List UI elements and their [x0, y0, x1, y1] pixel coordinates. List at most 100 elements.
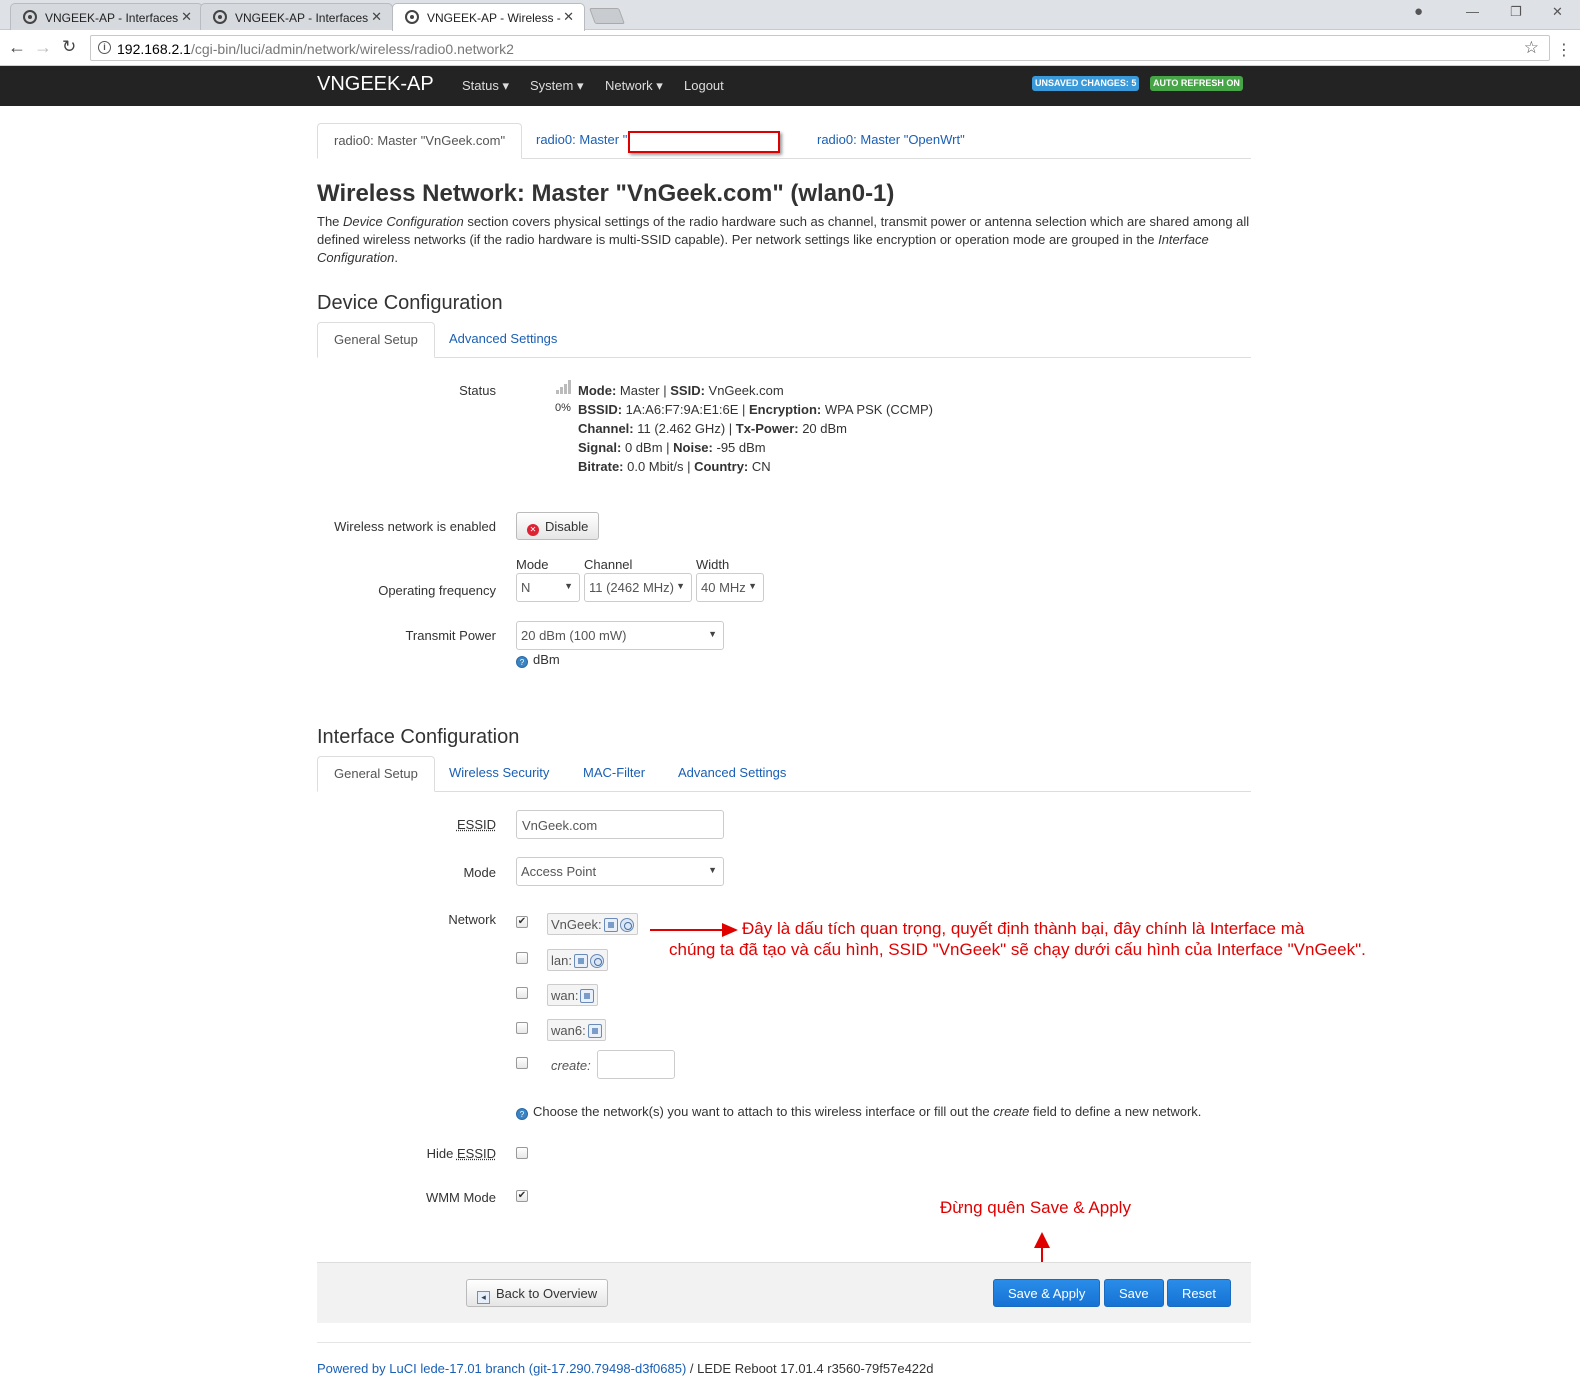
tab-device-advanced-settings[interactable]: Advanced Settings [433, 322, 573, 358]
forward-arrow-icon[interactable]: → [34, 37, 52, 58]
disable-button[interactable]: ✕ Disable [516, 512, 600, 540]
nav-logout[interactable]: Logout [684, 78, 724, 93]
close-tab-icon[interactable]: ✕ [563, 9, 574, 25]
network-name: wan6: [551, 1023, 586, 1038]
tab-iface-advanced-settings[interactable]: Advanced Settings [662, 756, 802, 792]
create-network-input[interactable] [597, 1050, 675, 1079]
nav-system[interactable]: System ▾ [530, 78, 583, 94]
browser-tab-3[interactable]: VNGEEK-AP - Wireless - L ✕ [392, 3, 585, 31]
wireless-interface-icon [619, 918, 634, 932]
redaction-box [628, 131, 780, 153]
network-name: VnGeek: [551, 917, 602, 932]
operating-frequency-label: Operating frequency [378, 583, 496, 598]
hide-essid-text: Hide [426, 1146, 457, 1161]
channel-value: 11 (2462 MHz) [589, 580, 675, 595]
wmm-mode-checkbox[interactable]: ✔ [516, 1190, 528, 1202]
close-window-icon[interactable]: ✕ [1552, 4, 1563, 20]
back-arrow-icon[interactable]: ← [8, 37, 26, 58]
dropdown-arrow-icon: ▼ [676, 581, 685, 591]
hw-mode-select[interactable]: N ▼ [516, 573, 580, 602]
save-apply-button[interactable]: Save & Apply [993, 1279, 1101, 1307]
luci-powered-link[interactable]: Powered by LuCI lede-17.01 branch (git-1… [317, 1361, 686, 1376]
bookmark-star-icon[interactable]: ☆ [1524, 38, 1539, 58]
page-title: Wireless Network: Master "VnGeek.com" (w… [317, 180, 895, 207]
tab-iface-general-setup[interactable]: General Setup [317, 756, 435, 792]
back-to-overview-button[interactable]: ◂ Back to Overview [466, 1279, 609, 1307]
freq-channel-label: Channel [584, 557, 633, 572]
network-checkbox-wan6[interactable] [516, 1022, 528, 1034]
hide-essid-checkbox[interactable] [516, 1147, 528, 1159]
desc-text: . [394, 250, 398, 265]
browser-tab-title: VNGEEK-AP - Wireless - L [427, 11, 562, 25]
txpower-help-text: dBm [533, 652, 560, 667]
network-checkbox-create[interactable] [516, 1057, 528, 1069]
dropdown-arrow-icon: ▼ [708, 629, 717, 639]
minimize-icon[interactable]: — [1466, 4, 1479, 19]
essid-label: ESSID [456, 817, 496, 832]
device-config-heading: Device Configuration [317, 292, 503, 314]
essid-input[interactable]: VnGeek.com [516, 810, 724, 839]
url-path: /cgi-bin/luci/admin/network/wireless/rad… [190, 41, 514, 57]
iface-mode-label: Mode [463, 865, 496, 880]
ethernet-interface-icon [573, 954, 588, 968]
footer-version: / LEDE Reboot 17.01.4 r3560-79f57e422d [686, 1361, 934, 1376]
tab-iface-wireless-security[interactable]: Wireless Security [433, 756, 565, 792]
browser-tab-2[interactable]: VNGEEK-AP - Interfaces ✕ [200, 3, 393, 30]
freq-mode-label: Mode [516, 557, 549, 572]
back-icon: ◂ [477, 1291, 490, 1304]
tab-radio0-vngeek[interactable]: radio0: Master "VnGeek.com" [317, 123, 523, 159]
network-checkbox-vngeek[interactable]: ✔ [516, 916, 528, 928]
ethernet-interface-icon [587, 1024, 602, 1038]
annotation-line-1: Đây là dấu tích quan trọng, quyết định t… [742, 919, 1305, 938]
width-select[interactable]: 40 MHz ▼ [696, 573, 764, 602]
dropdown-arrow-icon: ▼ [564, 581, 573, 591]
tab-device-general-setup[interactable]: General Setup [317, 322, 435, 358]
nav-network[interactable]: Network ▾ [605, 78, 663, 94]
transmit-power-select[interactable]: 20 dBm (100 mW) ▼ [516, 621, 724, 650]
device-config-tabs: General Setup Advanced Settings [317, 322, 1251, 358]
wireless-interface-icon [589, 954, 604, 968]
ethernet-interface-icon [580, 989, 595, 1003]
network-help: ? Choose the network(s) you want to attac… [516, 1104, 1201, 1120]
network-help-text: field to define a new network. [1029, 1104, 1202, 1119]
auto-refresh-badge[interactable]: AUTO REFRESH ON [1150, 76, 1243, 91]
interface-config-heading: Interface Configuration [317, 726, 520, 748]
status-line: BSSID: 1A:A6:F7:9A:E1:6E | Encryption: W… [578, 402, 933, 417]
network-checkbox-lan[interactable] [516, 952, 528, 964]
tab-iface-mac-filter[interactable]: MAC-Filter [567, 756, 661, 792]
wireless-status-info: Mode: Master | SSID: VnGeek.com BSSID: 1… [578, 381, 933, 476]
url-bar[interactable]: i 192.168.2.1/cgi-bin/luci/admin/network… [90, 35, 1550, 61]
reload-icon[interactable]: ↻ [62, 37, 76, 57]
dropdown-arrow-icon: ▼ [708, 865, 717, 875]
browser-menu-icon[interactable]: ⋮ [1556, 40, 1572, 60]
annotation-arrow-right-icon [650, 923, 738, 937]
luci-header: VNGEEK-AP Status ▾ System ▾ Network ▾ Lo… [0, 66, 1580, 106]
transmit-power-label: Transmit Power [405, 628, 496, 643]
save-button[interactable]: Save [1104, 1279, 1164, 1307]
iface-mode-select[interactable]: Access Point ▼ [516, 857, 724, 886]
desc-emphasis: Device Configuration [343, 214, 464, 229]
browser-tab-strip: VNGEEK-AP - Interfaces - ✕ VNGEEK-AP - I… [0, 0, 1580, 31]
network-help-text: Choose the network(s) you want to attach… [533, 1104, 994, 1119]
profile-icon[interactable]: ● [1414, 3, 1423, 20]
new-tab-button[interactable] [589, 8, 625, 24]
action-bar: ◂ Back to Overview Save & Apply Save Rese… [317, 1262, 1251, 1323]
browser-tab-1[interactable]: VNGEEK-AP - Interfaces - ✕ [10, 3, 203, 30]
info-icon[interactable]: i [98, 41, 111, 54]
network-badge-wan: wan: [547, 984, 599, 1006]
close-tab-icon[interactable]: ✕ [181, 9, 192, 25]
channel-select[interactable]: 11 (2462 MHz) ▼ [584, 573, 692, 602]
reset-button[interactable]: Reset [1167, 1279, 1231, 1307]
signal-percent: 0% [555, 402, 571, 414]
tab-radio0-redacted[interactable]: radio0: Master " [520, 123, 643, 159]
tab-radio0-openwrt[interactable]: radio0: Master "OpenWrt" [801, 123, 981, 159]
close-tab-icon[interactable]: ✕ [371, 9, 382, 25]
network-checkbox-wan[interactable] [516, 987, 528, 999]
ethernet-interface-icon [603, 918, 618, 932]
unsaved-changes-badge[interactable]: UNSAVED CHANGES: 5 [1032, 76, 1140, 91]
remove-icon: ✕ [527, 524, 539, 536]
nav-status[interactable]: Status ▾ [462, 78, 509, 94]
brand-logo[interactable]: VNGEEK-AP [317, 73, 434, 96]
desc-text: The [317, 214, 344, 229]
restore-icon[interactable]: ❐ [1510, 4, 1522, 20]
